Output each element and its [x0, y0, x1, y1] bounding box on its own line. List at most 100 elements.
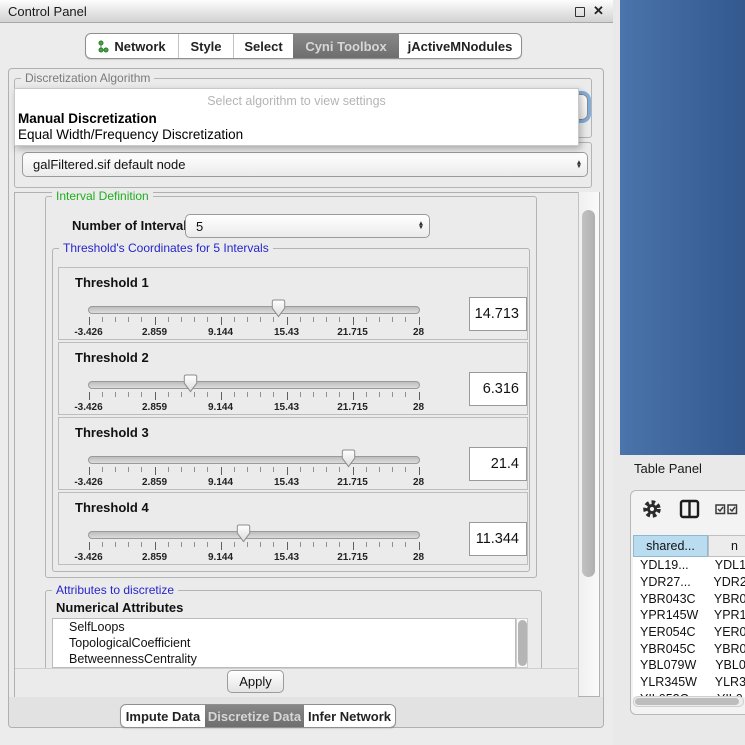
slider-tick [155, 317, 156, 325]
slider-tick [181, 542, 182, 547]
slider-tick [392, 542, 393, 547]
cell-shared-name[interactable]: YDL19... [633, 558, 706, 572]
cell-shared-name[interactable]: YBR045C [633, 642, 705, 656]
slider-tick [102, 542, 103, 547]
slider-tick [141, 392, 142, 397]
slider-tick [207, 317, 208, 322]
table-row[interactable]: YBL079WYBL0 [633, 657, 745, 674]
dropdown-option[interactable]: Manual Discretization [18, 111, 157, 126]
cell-name[interactable]: YBR0 [705, 592, 745, 606]
dropdown-hint: Select algorithm to view settings [15, 94, 578, 108]
slider-tick [300, 392, 301, 397]
dropdown-option[interactable]: Equal Width/Frequency Discretization [18, 127, 243, 142]
slider-tick [247, 467, 248, 472]
table-horizontal-scrollbar-thumb[interactable] [635, 698, 739, 705]
cell-name[interactable]: YBL0 [706, 658, 745, 672]
threshold-slider-thumb[interactable] [236, 524, 251, 543]
tab-network[interactable]: Network [86, 34, 178, 58]
tab-select[interactable]: Select [233, 34, 293, 58]
cell-shared-name[interactable]: YDR27... [633, 575, 704, 589]
threshold-slider-track[interactable] [88, 531, 420, 539]
table-row[interactable]: YBR043CYBR0 [633, 590, 745, 607]
table-row[interactable]: YER054CYER0 [633, 624, 745, 641]
slider-tick [287, 467, 288, 475]
slider-tick-label: 28 [396, 402, 442, 413]
slider-tick [366, 317, 367, 322]
column-header-shared-name[interactable]: shared... [633, 535, 708, 557]
threshold-value-field[interactable]: 11.344 [469, 522, 527, 556]
tab-style[interactable]: Style [178, 34, 233, 58]
threshold-value-field[interactable]: 6.316 [469, 372, 527, 406]
slider-tick-label: 2.859 [132, 402, 178, 413]
cell-name[interactable]: YDR2 [704, 575, 745, 589]
cell-name[interactable]: YBR0 [705, 642, 745, 656]
numerical-attributes-list[interactable]: SelfLoopsTopologicalCoefficientBetweenne… [52, 618, 516, 668]
column-header-name[interactable]: n [708, 535, 745, 557]
tab-label: Select [244, 39, 282, 54]
control-panel-window: Control Panel ✕ Network Style Select Cyni T… [0, 0, 613, 745]
slider-tick [194, 467, 195, 472]
slider-tick [141, 542, 142, 547]
slider-tick-label: 15.43 [264, 402, 310, 413]
slider-tick-label: 9.144 [198, 477, 244, 488]
slider-tick [405, 467, 406, 472]
tab-label: Network [114, 39, 165, 54]
cell-name[interactable]: YDL1 [706, 558, 745, 572]
attributes-list-scrollbar-thumb[interactable] [518, 620, 527, 666]
network-tab-icon [98, 40, 109, 53]
gear-icon[interactable] [646, 503, 659, 516]
attribute-list-item[interactable]: TopologicalCoefficient [53, 635, 515, 651]
tab-jactivemnodules[interactable]: jActiveMNodules [399, 34, 521, 58]
slider-tick [181, 317, 182, 322]
threshold-slider-track[interactable] [88, 456, 420, 464]
attribute-list-item[interactable]: SelfLoops [53, 619, 515, 635]
vertical-scrollbar-thumb[interactable] [582, 210, 595, 577]
threshold-slider-thumb[interactable] [271, 299, 286, 318]
close-icon[interactable]: ✕ [593, 3, 604, 19]
threshold-value-field[interactable]: 21.4 [469, 447, 527, 481]
select-columns-icon[interactable] [716, 505, 737, 514]
combo-spinner-icon[interactable]: ▲▼ [413, 222, 429, 230]
cell-name[interactable]: YLR3 [706, 675, 745, 689]
float-window-icon[interactable] [575, 7, 585, 17]
table-row[interactable]: YPR145WYPR1 [633, 607, 745, 624]
bottom-tab-impute-data[interactable]: Impute Data [121, 705, 205, 727]
split-panel-icon[interactable] [681, 501, 698, 517]
combo-spinner-icon[interactable]: ▲▼ [571, 161, 587, 169]
tab-label: Style [190, 39, 221, 54]
threshold-slider-thumb[interactable] [183, 374, 198, 393]
slider-tick-label: 2.859 [132, 327, 178, 338]
cell-shared-name[interactable]: YBL079W [633, 658, 706, 672]
cell-shared-name[interactable]: YBR043C [633, 592, 705, 606]
table-row[interactable]: YLR345WYLR3 [633, 674, 745, 691]
cell-name[interactable]: YPR1 [705, 608, 745, 622]
slider-tick [168, 317, 169, 322]
control-panel-titlebar[interactable]: Control Panel ✕ [0, 0, 613, 23]
numerical-attributes-label: Numerical Attributes [56, 600, 183, 615]
attribute-list-item[interactable]: BetweennessCentrality [53, 651, 515, 667]
apply-button[interactable]: Apply [227, 670, 284, 693]
tab-cyni-toolbox[interactable]: Cyni Toolbox [293, 34, 399, 58]
number-of-intervals-combobox[interactable]: 5 ▲▼ [185, 214, 430, 238]
threshold-slider-track[interactable] [88, 381, 420, 389]
slider-tick-label: 28 [396, 552, 442, 563]
slider-tick [89, 392, 90, 400]
table-row[interactable]: YDL19...YDL1 [633, 557, 745, 574]
cell-shared-name[interactable]: YER054C [633, 625, 705, 639]
bottom-tab-infer-network[interactable]: Infer Network [304, 705, 395, 727]
slider-tick [102, 467, 103, 472]
cell-shared-name[interactable]: YPR145W [633, 608, 705, 622]
table-row[interactable]: YDR27...YDR2 [633, 574, 745, 591]
slider-tick [273, 542, 274, 547]
cell-shared-name[interactable]: YLR345W [633, 675, 706, 689]
table-row[interactable]: YBR045CYBR0 [633, 640, 745, 657]
threshold-slider-thumb[interactable] [341, 449, 356, 468]
table-data-combobox[interactable]: galFiltered.sif default node ▲▼ [22, 152, 588, 177]
cell-name[interactable]: YER0 [705, 625, 745, 639]
threshold-label: Threshold 3 [75, 425, 149, 440]
bottom-tab-discretize-data[interactable]: Discretize Data [205, 705, 304, 727]
threshold-value-field[interactable]: 14.713 [469, 297, 527, 331]
slider-tick [339, 542, 340, 547]
threshold-slider-track[interactable] [88, 306, 420, 314]
control-panel-tabbar: Network Style Select Cyni ToolboxjActiveMNo… [85, 33, 522, 59]
